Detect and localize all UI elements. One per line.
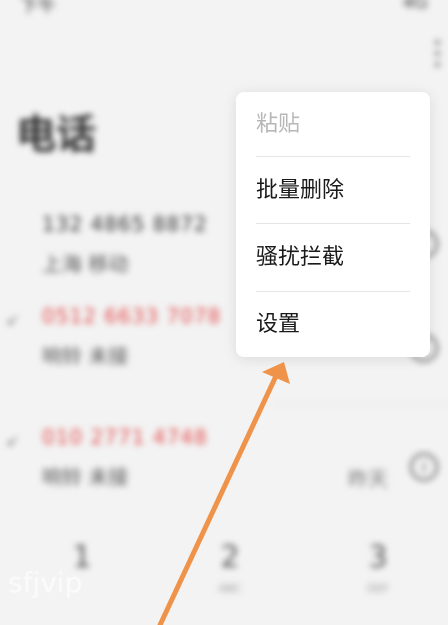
menu-item-harassment-block[interactable]: 骚扰拦截 [256,225,410,291]
menu-item-settings[interactable]: 设置 [256,292,410,358]
menu-item-paste[interactable]: 粘贴 [256,92,410,158]
keypad-key-letters: DEF [367,582,389,595]
missed-call-icon: ↙ [6,310,20,329]
call-location: 响铃 未接 [42,465,129,489]
menu-divider [256,156,410,157]
watermark: sfjvip [8,566,83,599]
call-location: 上海 移动 [42,252,129,276]
divider [270,404,448,405]
call-location: 响铃 未接 [42,344,129,368]
status-bar: 下午 4G [0,0,448,17]
call-number: 010 2771 4748 [42,425,208,449]
call-log-row[interactable]: ↙ 010 2771 4748 响铃 未接 昨天 i [0,425,448,525]
page-title: 电话 [16,112,96,158]
keypad-key-2[interactable]: 2 [210,540,250,575]
overflow-menu: 粘贴 批量删除 骚扰拦截 设置 [236,92,430,357]
keypad-key-letters: ABC [218,582,242,595]
status-indicators: 4G [402,0,428,13]
call-number: 132 4865 8872 [42,212,208,236]
call-number: 0512 6633 7078 [42,304,222,328]
missed-call-icon: ↙ [6,431,20,450]
more-options-icon[interactable] [432,40,442,74]
info-icon[interactable]: i [410,453,438,481]
keypad-key-3[interactable]: 3 [358,540,398,575]
status-time: 下午 [20,0,56,17]
call-time: 昨天 [348,467,388,491]
menu-item-batch-delete[interactable]: 批量删除 [256,158,410,224]
menu-divider [256,223,410,224]
